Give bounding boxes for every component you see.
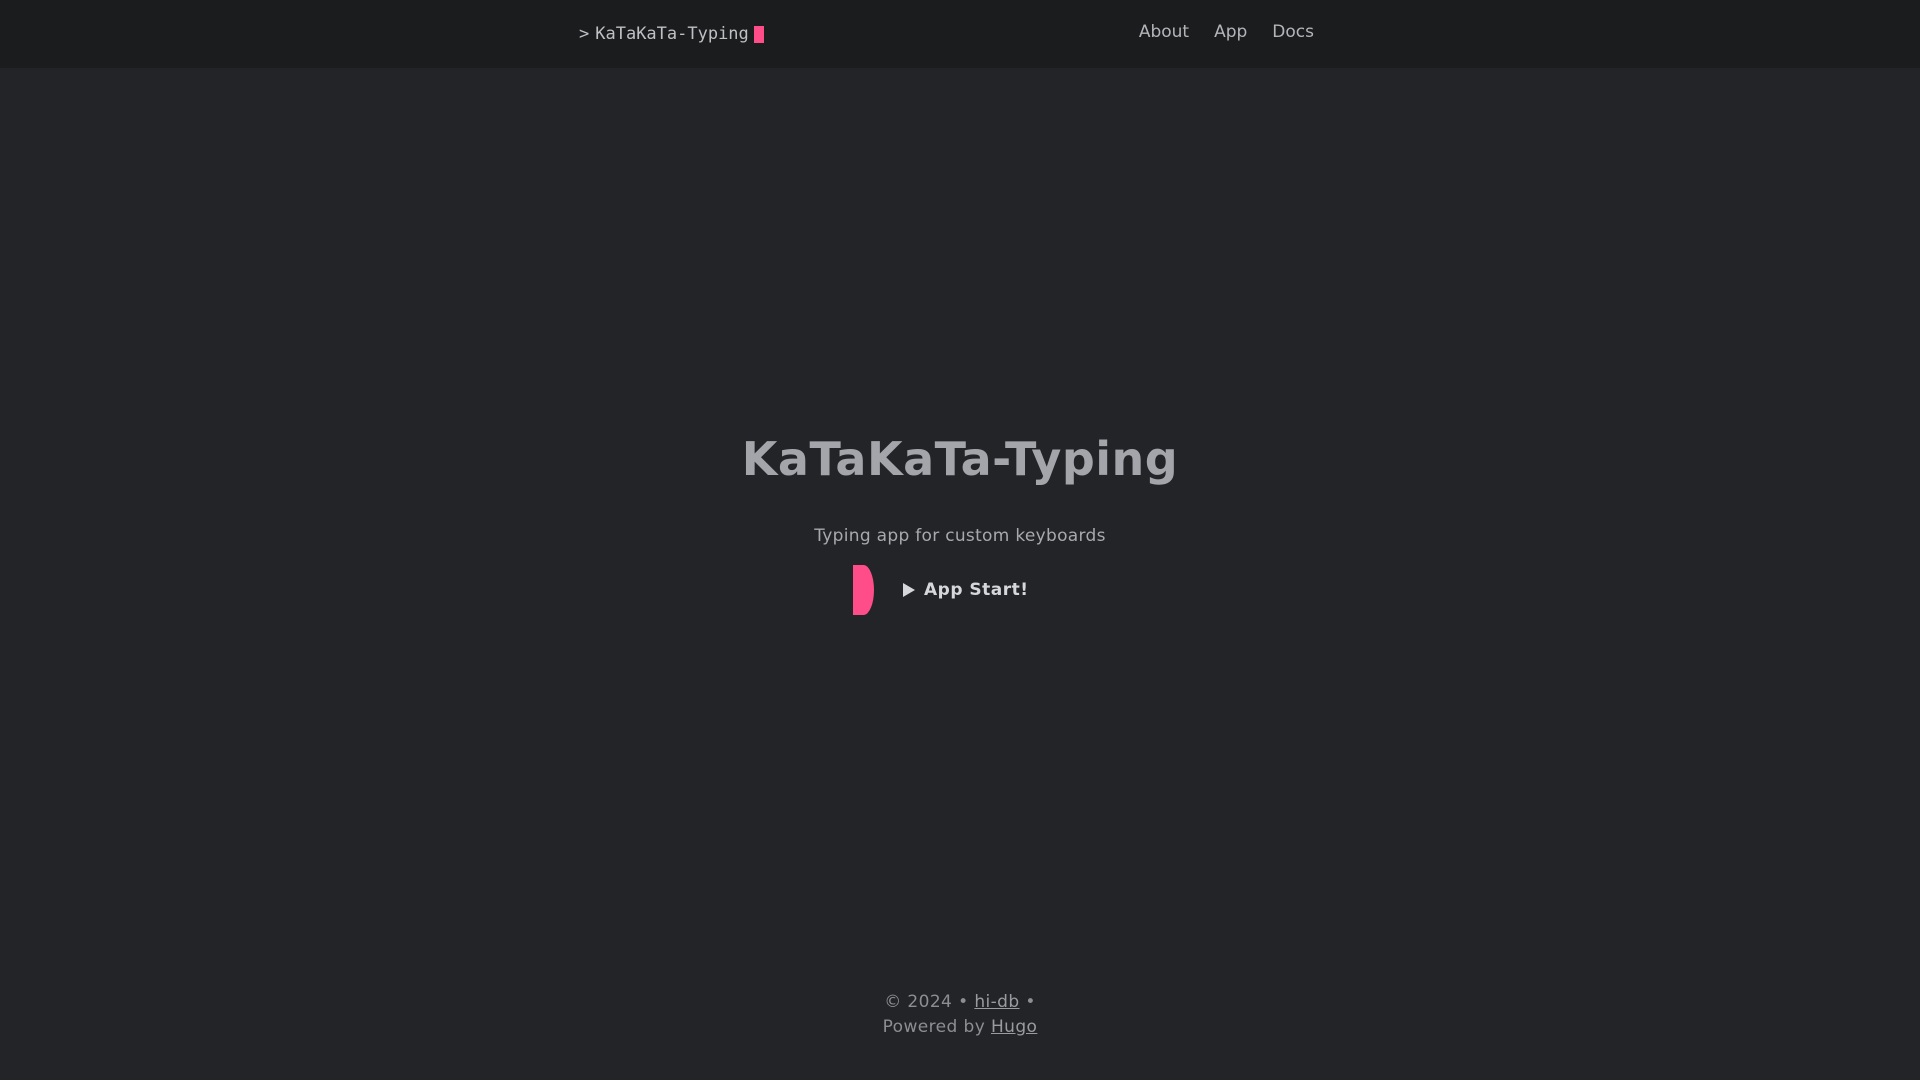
footer-powered-line: Powered by Hugo — [0, 1015, 1920, 1040]
app-start-button[interactable]: App Start! — [903, 580, 1029, 600]
site-logo-link[interactable]: > KaTaKaTa-Typing — [579, 22, 764, 46]
site-header: > KaTaKaTa-Typing About App Docs — [0, 0, 1920, 68]
footer-separator: • — [1025, 992, 1036, 1012]
nav-link-app[interactable]: App — [1214, 22, 1247, 42]
start-accent-shape — [853, 565, 874, 615]
cursor-block-icon — [753, 25, 764, 43]
hero-subtitle: Typing app for custom keyboards — [814, 526, 1106, 546]
footer-copyright-line: © 2024 • hi-db • — [0, 990, 1920, 1015]
start-row: App Start! — [853, 565, 1029, 615]
play-icon — [903, 583, 915, 597]
main-nav: About App Docs — [1139, 22, 1314, 42]
nav-link-about[interactable]: About — [1139, 22, 1189, 42]
app-start-label: App Start! — [924, 580, 1029, 600]
logo-prompt: > — [579, 24, 590, 44]
hero-title: KaTaKaTa-Typing — [741, 432, 1179, 486]
page: > KaTaKaTa-Typing About App Docs KaTaKaT… — [0, 0, 1920, 1080]
site-footer: © 2024 • hi-db • Powered by Hugo — [0, 990, 1920, 1040]
footer-author-link[interactable]: hi-db — [974, 992, 1019, 1012]
logo-text: KaTaKaTa-Typing — [595, 24, 749, 44]
footer-powered-prefix: Powered by — [882, 1017, 986, 1037]
footer-hugo-link[interactable]: Hugo — [991, 1017, 1037, 1037]
nav-link-docs[interactable]: Docs — [1272, 22, 1314, 42]
footer-copyright: © 2024 • — [884, 992, 969, 1012]
